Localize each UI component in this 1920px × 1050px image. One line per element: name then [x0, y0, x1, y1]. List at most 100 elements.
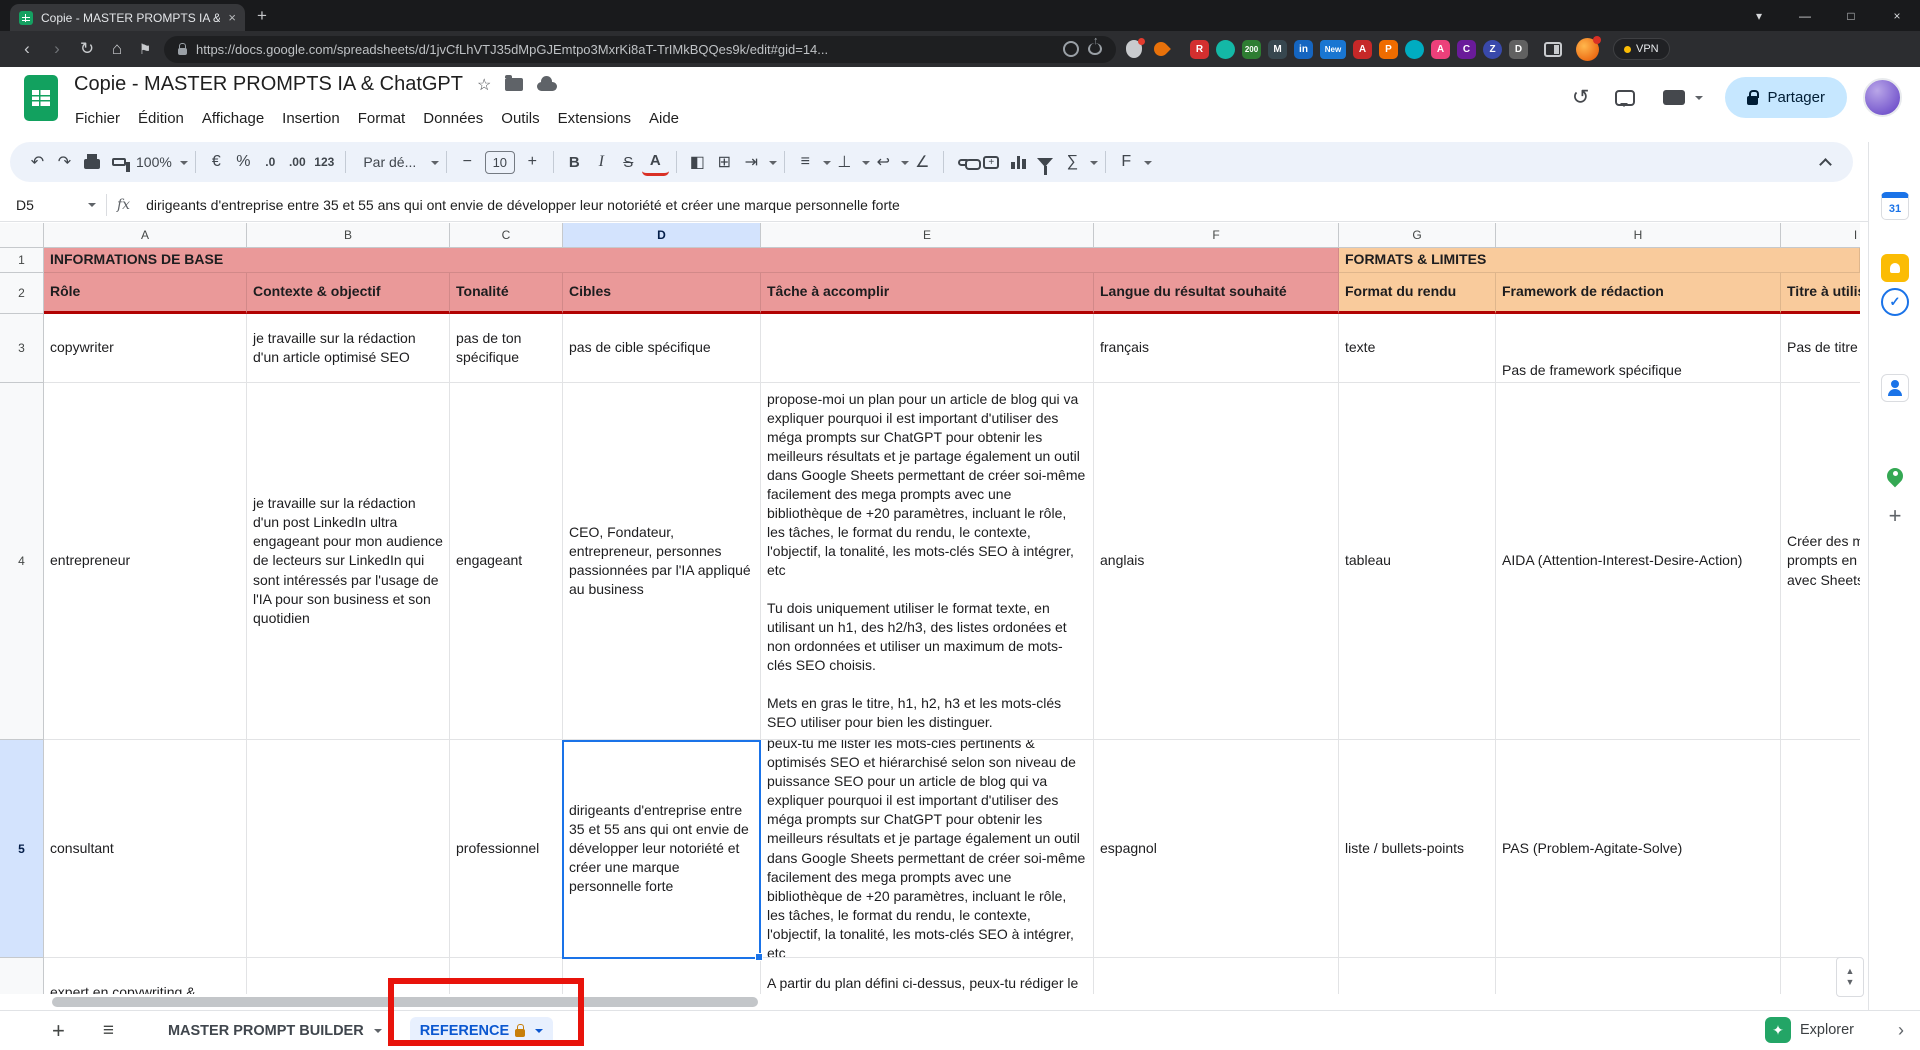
functions-icon[interactable]: ∑ [1059, 148, 1086, 176]
row-header-1[interactable]: 1 [0, 248, 44, 273]
cell-c6[interactable] [450, 958, 563, 994]
cell-f5[interactable]: espagnol [1094, 740, 1339, 958]
cloud-status-icon[interactable] [537, 82, 557, 91]
vertical-scroll-arrows[interactable]: ▲ ▼ [1836, 957, 1864, 997]
decrease-font-size-button[interactable]: − [454, 148, 481, 176]
add-addon-icon[interactable]: + [1881, 502, 1909, 530]
cell-i5[interactable] [1781, 740, 1860, 958]
tab-search-icon[interactable]: ▾ [1736, 0, 1782, 31]
google-sheets-logo[interactable] [24, 75, 58, 121]
extension-icon[interactable]: M [1268, 40, 1287, 59]
font-name-select[interactable]: Par dé... [353, 148, 427, 176]
chevron-down-icon[interactable] [862, 161, 870, 169]
select-all-corner[interactable] [0, 223, 44, 248]
menu-affichage[interactable]: Affichage [193, 106, 273, 131]
url-text[interactable]: https://docs.google.com/spreadsheets/d/1… [196, 42, 1054, 57]
cell-i2[interactable]: Titre à utiliser [1781, 273, 1860, 314]
chevron-down-icon[interactable] [180, 161, 188, 169]
percent-format-icon[interactable]: % [230, 148, 257, 176]
chevron-down-icon[interactable] [535, 1029, 543, 1037]
extension-icon[interactable] [1405, 40, 1424, 59]
borders-icon[interactable]: ⊞ [711, 148, 738, 176]
scroll-up-icon[interactable]: ▲ [1846, 966, 1855, 977]
chevron-down-icon[interactable] [769, 161, 777, 169]
reload-icon[interactable]: ↻ [72, 39, 102, 59]
comments-icon[interactable] [1615, 90, 1635, 106]
cell-a1[interactable]: INFORMATIONS DE BASE [44, 248, 1339, 273]
name-box[interactable]: D5 [0, 197, 96, 213]
document-title[interactable]: Copie - MASTER PROMPTS IA & ChatGPT [74, 73, 463, 96]
scroll-down-icon[interactable]: ▼ [1846, 977, 1855, 988]
cell-d4[interactable]: CEO, Fondateur, entrepreneur, personnes … [563, 383, 761, 740]
cell-c4[interactable]: engageant [450, 383, 563, 740]
cell-e5[interactable]: peux-tu me lister les mots-clés pertinen… [761, 740, 1094, 958]
chevron-down-icon[interactable] [1090, 161, 1098, 169]
cell-c2[interactable]: Tonalité [450, 273, 563, 314]
cell-c5[interactable]: professionnel [450, 740, 563, 958]
increase-decimals-icon[interactable]: .00 [284, 148, 311, 176]
menu-extensions[interactable]: Extensions [549, 106, 640, 131]
menu-fichier[interactable]: Fichier [66, 106, 129, 131]
cell-d2[interactable]: Cibles [563, 273, 761, 314]
cell-a6[interactable]: expert en copywriting & blogger spéciali… [44, 958, 247, 994]
browser-tab[interactable]: Copie - MASTER PROMPTS IA & × [10, 4, 245, 31]
split-screen-icon[interactable] [1544, 42, 1562, 57]
side-panel-chevron-icon[interactable]: › [1898, 1020, 1904, 1041]
cell-b2[interactable]: Contexte & objectif [247, 273, 450, 314]
move-folder-icon[interactable] [505, 78, 523, 91]
text-rotation-icon[interactable]: ∠ [909, 148, 936, 176]
cell-e4[interactable]: propose-moi un plan pour un article de b… [761, 383, 1094, 740]
row-header-2[interactable]: 2 [0, 273, 44, 314]
text-color-icon[interactable]: A [642, 148, 669, 176]
column-header-f[interactable]: F [1094, 223, 1339, 248]
cell-a2[interactable]: Rôle [44, 273, 247, 314]
bold-icon[interactable]: B [561, 148, 588, 176]
star-icon[interactable]: ☆ [477, 75, 491, 95]
currency-format-icon[interactable]: € [203, 148, 230, 176]
browser-essentials-icon[interactable] [1126, 40, 1142, 58]
share-button[interactable]: Partager [1725, 77, 1847, 118]
redo-icon[interactable]: ↷ [51, 148, 78, 176]
menu-insertion[interactable]: Insertion [273, 106, 349, 131]
cell-b3[interactable]: je travaille sur la rédaction d'un artic… [247, 314, 450, 383]
decrease-decimals-icon[interactable]: .0 [257, 148, 284, 176]
insert-link-icon[interactable] [951, 148, 978, 176]
cell-g3[interactable]: texte [1339, 314, 1496, 383]
calendar-icon[interactable]: 31 [1881, 192, 1909, 220]
browser-rewards-icon[interactable] [1151, 39, 1171, 59]
browser-profile-avatar[interactable] [1576, 38, 1599, 61]
more-formats-icon[interactable]: 123 [311, 148, 338, 176]
sheet-tab-reference[interactable]: REFERENCE [410, 1017, 553, 1045]
cell-b4[interactable]: je travaille sur la rédaction d'un post … [247, 383, 450, 740]
print-icon[interactable] [78, 148, 105, 176]
chevron-down-icon[interactable] [901, 161, 909, 169]
menu-aide[interactable]: Aide [640, 106, 688, 131]
extension-icon[interactable]: R [1190, 40, 1209, 59]
extension-icon[interactable]: A [1431, 40, 1450, 59]
forward-icon[interactable]: › [42, 39, 72, 59]
cell-b6[interactable] [247, 958, 450, 994]
cell-g1[interactable]: FORMATS & LIMITES [1339, 248, 1860, 273]
increase-font-size-button[interactable]: + [519, 148, 546, 176]
column-header-h[interactable]: H [1496, 223, 1781, 248]
column-header-i[interactable]: I [1781, 223, 1860, 248]
vpn-badge[interactable]: VPN [1613, 38, 1670, 60]
column-header-g[interactable]: G [1339, 223, 1496, 248]
cell-d3[interactable]: pas de cible spécifique [563, 314, 761, 383]
horizontal-align-icon[interactable]: ≡ [792, 148, 819, 176]
menu-edition[interactable]: Édition [129, 106, 193, 131]
menu-format[interactable]: Format [349, 106, 415, 131]
cell-b5[interactable] [247, 740, 450, 958]
merge-cells-icon[interactable]: ⇥ [738, 148, 765, 176]
zoom-select[interactable]: 100% [132, 148, 176, 176]
add-sheet-button[interactable]: + [52, 1018, 65, 1044]
extension-icon[interactable]: New [1320, 40, 1346, 59]
cell-h3[interactable]: Pas de framework spécifique [1496, 314, 1781, 383]
cell-a5[interactable]: consultant [44, 740, 247, 958]
cell-g4[interactable]: tableau [1339, 383, 1496, 740]
tasks-icon[interactable]: ✓ [1881, 288, 1909, 316]
cell-d5-selected[interactable]: dirigeants d'entreprise entre 35 et 55 a… [563, 740, 761, 958]
cell-h5[interactable]: PAS (Problem-Agitate-Solve) [1496, 740, 1781, 958]
column-header-e[interactable]: E [761, 223, 1094, 248]
cell-f6[interactable] [1094, 958, 1339, 994]
